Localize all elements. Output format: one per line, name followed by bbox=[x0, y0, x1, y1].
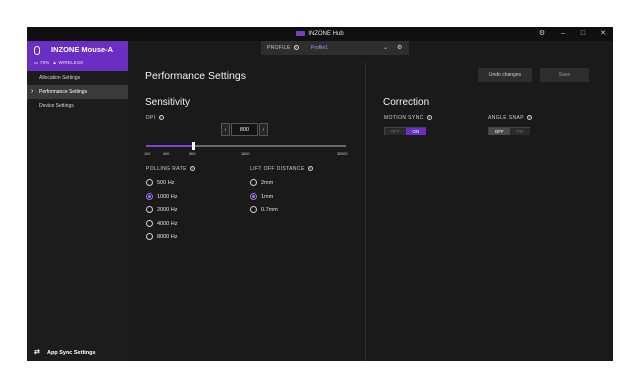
connection-status: WIRELESS bbox=[58, 60, 84, 65]
undo-changes-button[interactable]: Undo changes bbox=[478, 68, 532, 82]
polling-option-8000hz[interactable]: 8000 Hz bbox=[146, 233, 178, 242]
chevron-down-icon[interactable]: ⌄ bbox=[383, 41, 388, 55]
save-button[interactable]: Save bbox=[540, 68, 589, 82]
dpi-label-text: DPI bbox=[146, 115, 156, 121]
radio-label: 4000 Hz bbox=[157, 221, 178, 227]
radio-label: 2000 Hz bbox=[157, 207, 178, 213]
lift-off-distance-label: LIFT OFF DISTANCE? bbox=[250, 166, 313, 172]
battery-icon: ▭ bbox=[34, 60, 39, 65]
dpi-decrease-button[interactable]: ‹ bbox=[221, 123, 230, 136]
liftoff-option-2mm[interactable]: 2mm bbox=[250, 179, 273, 188]
section-divider bbox=[365, 62, 366, 361]
sensitivity-title: Sensitivity bbox=[145, 97, 191, 108]
radio-icon bbox=[250, 193, 257, 200]
app-sync-label: App Sync Settings bbox=[47, 350, 96, 356]
dpi-stepper: ‹ 800 › bbox=[221, 123, 269, 136]
settings-gear-icon[interactable]: ⚙ bbox=[533, 27, 551, 41]
minimize-button[interactable]: – bbox=[554, 27, 572, 41]
dpi-slider-handle[interactable] bbox=[191, 142, 195, 150]
device-name: INZONE Mouse-A bbox=[51, 45, 114, 54]
app-window: INZONE Hub ⚙ – □ ✕ INZONE Mouse-A ▭ 70% … bbox=[27, 27, 613, 361]
dpi-ticks: 100 400 800 1600 30000 bbox=[144, 152, 348, 158]
sidebar-item-label: Device Settings bbox=[39, 103, 74, 109]
profile-name: Profile1 bbox=[311, 45, 328, 51]
angle-snap-toggle[interactable]: OFF ON bbox=[488, 127, 530, 135]
radio-icon bbox=[146, 220, 153, 227]
angle-snap-label-text: ANGLE SNAP bbox=[488, 115, 524, 121]
angle-snap-label: ANGLE SNAP? bbox=[488, 115, 532, 121]
radio-icon bbox=[146, 206, 153, 213]
motion-sync-label: MOTION SYNC? bbox=[384, 115, 432, 121]
page-title: Performance Settings bbox=[145, 70, 246, 82]
radio-label: 0.7mm bbox=[261, 207, 278, 213]
help-icon[interactable]: ? bbox=[293, 45, 299, 51]
battery-level: 70% bbox=[39, 60, 50, 65]
liftoff-option-1mm[interactable]: 1mm bbox=[250, 193, 273, 202]
help-icon[interactable]: ? bbox=[426, 115, 432, 121]
dpi-increase-button[interactable]: › bbox=[259, 123, 268, 136]
motion-sync-toggle[interactable]: OFF ON bbox=[384, 127, 426, 135]
window-title-text: INZONE Hub bbox=[308, 31, 344, 37]
window-title: INZONE Hub bbox=[27, 27, 613, 41]
help-icon[interactable]: ? bbox=[189, 166, 195, 172]
radio-icon bbox=[146, 179, 153, 186]
radio-label: 8000 Hz bbox=[157, 234, 178, 240]
sidebar-item-label: Allocation Settings bbox=[39, 75, 81, 81]
motion-sync-label-text: MOTION SYNC bbox=[384, 115, 424, 121]
dpi-tick-label: 1600 bbox=[241, 152, 250, 156]
toggle-off-option[interactable]: OFF bbox=[385, 128, 406, 135]
sidebar-item-label: Performance Settings bbox=[39, 89, 88, 95]
radio-icon bbox=[146, 193, 153, 200]
lift-off-distance-label-text: LIFT OFF DISTANCE bbox=[250, 166, 305, 172]
mouse-icon bbox=[34, 46, 40, 55]
dpi-slider[interactable] bbox=[146, 142, 346, 150]
toggle-on-option[interactable]: ON bbox=[509, 128, 530, 135]
profile-label: PROFILE? bbox=[267, 41, 299, 55]
app-sync-icon: ⇄ bbox=[34, 349, 40, 356]
title-bar: INZONE Hub ⚙ – □ ✕ bbox=[27, 27, 613, 41]
polling-option-500hz[interactable]: 500 Hz bbox=[146, 179, 174, 188]
toggle-on-option[interactable]: ON bbox=[405, 128, 426, 135]
help-icon[interactable]: ? bbox=[526, 115, 532, 121]
device-header[interactable]: INZONE Mouse-A ▭ 70% ▲ WIRELESS bbox=[27, 41, 128, 71]
radio-icon bbox=[146, 233, 153, 240]
dpi-value-input[interactable]: 800 bbox=[231, 123, 258, 136]
sidebar: INZONE Mouse-A ▭ 70% ▲ WIRELESS Allocati… bbox=[27, 41, 128, 361]
dpi-tick-label: 100 bbox=[144, 152, 151, 156]
device-status: ▭ 70% ▲ WIRELESS bbox=[34, 60, 83, 66]
dpi-tick-label: 800 bbox=[189, 152, 196, 156]
close-button[interactable]: ✕ bbox=[594, 27, 612, 41]
radio-icon bbox=[250, 179, 257, 186]
app-logo-icon bbox=[296, 30, 306, 36]
polling-rate-label: POLLING RATE? bbox=[146, 166, 195, 172]
polling-rate-label-text: POLLING RATE bbox=[146, 166, 187, 172]
dpi-slider-fill bbox=[146, 145, 194, 147]
help-icon[interactable]: ? bbox=[158, 115, 164, 121]
dpi-tick-label: 30000 bbox=[337, 152, 348, 156]
radio-label: 1000 Hz bbox=[157, 194, 178, 200]
profile-label-text: PROFILE bbox=[267, 45, 291, 51]
profile-gear-icon[interactable]: ⚙ bbox=[397, 41, 402, 55]
radio-label: 500 Hz bbox=[157, 180, 175, 186]
sidebar-item-device-settings[interactable]: Device Settings bbox=[27, 99, 128, 113]
radio-icon bbox=[250, 206, 257, 213]
polling-option-4000hz[interactable]: 4000 Hz bbox=[146, 220, 178, 229]
help-icon[interactable]: ? bbox=[307, 166, 313, 172]
wireless-icon: ▲ bbox=[52, 60, 58, 65]
dpi-tick-label: 400 bbox=[163, 152, 170, 156]
chevron-right-icon: › bbox=[31, 88, 34, 95]
app-sync-settings-button[interactable]: ⇄ App Sync Settings bbox=[34, 348, 96, 356]
liftoff-option-0-7mm[interactable]: 0.7mm bbox=[250, 206, 278, 215]
polling-option-2000hz[interactable]: 2000 Hz bbox=[146, 206, 178, 215]
maximize-button[interactable]: □ bbox=[574, 27, 592, 41]
sidebar-item-allocation-settings[interactable]: Allocation Settings bbox=[27, 71, 128, 85]
radio-label: 2mm bbox=[261, 180, 274, 186]
radio-label: 1mm bbox=[261, 194, 274, 200]
sidebar-item-performance-settings[interactable]: › Performance Settings bbox=[27, 85, 128, 99]
polling-option-1000hz[interactable]: 1000 Hz bbox=[146, 193, 178, 202]
correction-title: Correction bbox=[383, 97, 430, 108]
dpi-label: DPI? bbox=[146, 115, 164, 121]
profile-selector[interactable]: PROFILE? Profile1 ⌄ ⚙ bbox=[261, 41, 409, 55]
toggle-off-option[interactable]: OFF bbox=[489, 128, 510, 135]
